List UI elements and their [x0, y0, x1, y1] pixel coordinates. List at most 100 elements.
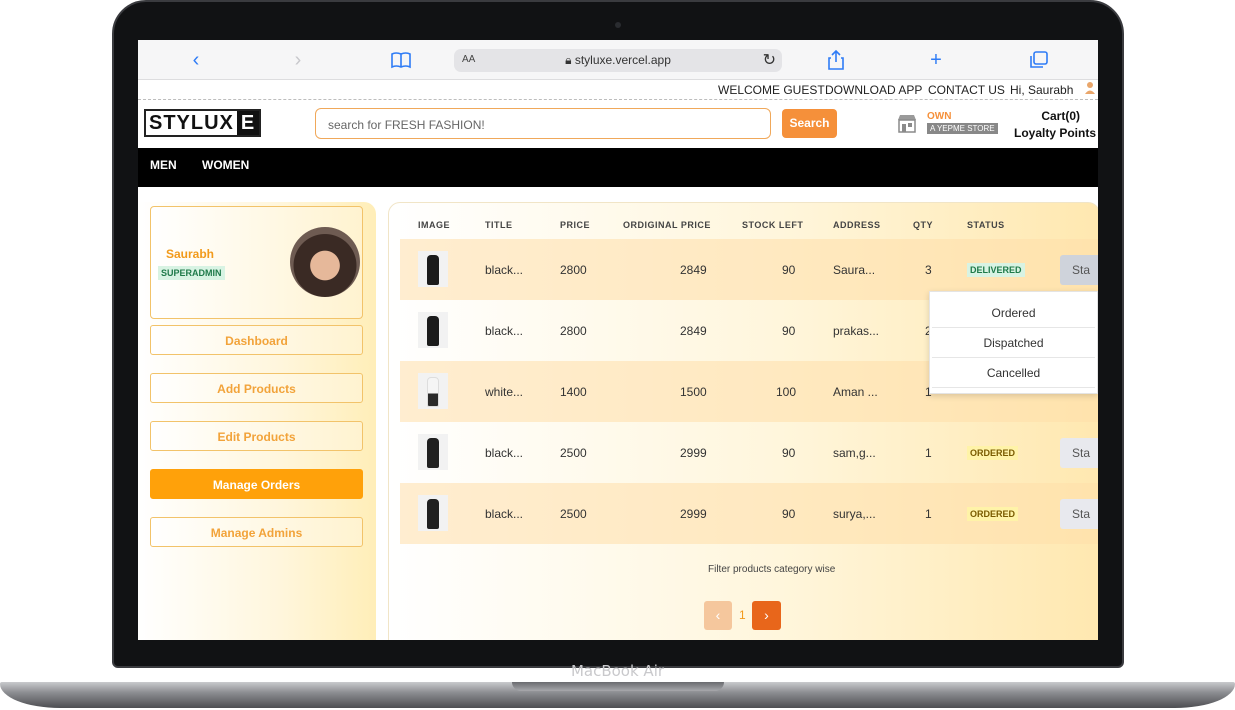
cell-original-price: 2849: [680, 263, 707, 277]
tabs-icon[interactable]: [1027, 51, 1051, 71]
cell-address: Saura...: [833, 263, 876, 277]
cell-stock: 90: [782, 263, 796, 277]
col-address: ADDRESS: [833, 220, 881, 230]
cell-title: white...: [485, 385, 524, 399]
nav-item-men[interactable]: MEN: [150, 158, 177, 172]
status-dropdown-menu: Ordered Dispatched Cancelled: [929, 291, 1098, 394]
chevron-left-icon: ‹: [715, 607, 721, 623]
cell-stock: 90: [782, 446, 796, 460]
status-badge: ORDERED: [967, 446, 1019, 460]
cell-price: 2500: [560, 446, 587, 460]
logo-text: STYLUX: [146, 111, 237, 135]
dropdown-option-ordered[interactable]: Ordered: [932, 298, 1095, 328]
avatar: [290, 227, 360, 297]
cell-title: black...: [485, 446, 524, 460]
back-chevron-icon[interactable]: ‹: [184, 50, 208, 70]
cart-block[interactable]: Cart(0) Loyalty Points: [1008, 108, 1096, 142]
product-thumbnail: [418, 373, 448, 409]
status-dropdown-button[interactable]: Sta: [1060, 499, 1098, 529]
product-thumbnail: [418, 251, 448, 287]
cell-qty: 1: [925, 507, 932, 521]
bookmarks-book-icon[interactable]: [389, 51, 413, 71]
cell-stock: 90: [782, 507, 796, 521]
loyalty-points-link[interactable]: Loyalty Points: [1008, 125, 1096, 142]
search-input[interactable]: search for FRESH FASHION!: [315, 108, 771, 139]
cell-price: 1400: [560, 385, 587, 399]
cell-title: black...: [485, 507, 524, 521]
chevron-right-icon: ›: [764, 607, 769, 623]
product-thumbnail: [418, 312, 448, 348]
download-app-link[interactable]: DOWNLOAD APP: [825, 83, 922, 97]
cell-original-price: 1500: [680, 385, 707, 399]
profile-card: Saurabh SUPERADMIN: [150, 206, 363, 319]
status-dropdown-button[interactable]: Sta: [1060, 255, 1098, 285]
col-image: IMAGE: [418, 220, 451, 230]
share-icon[interactable]: [824, 49, 848, 70]
dropdown-option-cancelled[interactable]: Cancelled: [932, 358, 1095, 388]
nav-item-women[interactable]: WOMEN: [202, 158, 249, 172]
cell-original-price: 2999: [680, 446, 707, 460]
pagination-next-button[interactable]: ›: [752, 601, 781, 630]
pagination-prev-button[interactable]: ‹: [704, 601, 732, 630]
cell-address: surya,...: [833, 507, 876, 521]
cell-stock: 90: [782, 324, 796, 338]
welcome-text: WELCOME GUEST: [718, 83, 825, 97]
yepme-store-label[interactable]: A YEPME STORE: [927, 123, 998, 134]
filter-category-text: Filter products category wise: [708, 564, 836, 575]
forward-chevron-icon[interactable]: ›: [286, 50, 310, 70]
macbook-mockup: MacBook Air ‹ › AA 🔒︎ styluxe.vercel.app…: [0, 0, 1235, 710]
cart-link[interactable]: Cart(0): [1008, 108, 1096, 125]
contact-us-link[interactable]: CONTACT US: [928, 83, 1005, 97]
cell-address: Aman ...: [833, 385, 878, 399]
col-qty: QTY: [913, 220, 934, 230]
screen: ‹ › AA 🔒︎ styluxe.vercel.app ↻ + WELCOME…: [138, 40, 1098, 640]
table-row: black... 2500 2999 90 surya,... 1 ORDERE…: [400, 483, 1098, 544]
url-text: 🔒︎ styluxe.vercel.app: [565, 53, 671, 67]
browser-toolbar: ‹ › AA 🔒︎ styluxe.vercel.app ↻ +: [138, 40, 1098, 80]
col-price: PRICE: [560, 220, 591, 230]
store-icon[interactable]: [896, 112, 918, 134]
status-badge: DELIVERED: [967, 263, 1025, 277]
col-title: TITLE: [485, 220, 513, 230]
own-store-label[interactable]: OWN: [927, 111, 951, 122]
col-status: STATUS: [967, 220, 1005, 230]
user-icon[interactable]: [1084, 81, 1096, 98]
user-greeting[interactable]: Hi, Saurabh: [1010, 83, 1073, 97]
profile-name: Saurabh: [166, 247, 215, 261]
site-logo[interactable]: STYLUX E: [144, 109, 262, 137]
cell-title: black...: [485, 263, 524, 277]
address-bar[interactable]: AA 🔒︎ styluxe.vercel.app ↻: [454, 49, 782, 72]
cell-address: prakas...: [833, 324, 880, 338]
camera-icon: [615, 22, 621, 28]
laptop-hinge-notch: [512, 682, 724, 691]
manage-orders-button[interactable]: Manage Orders: [150, 469, 363, 499]
add-products-button[interactable]: Add Products: [150, 373, 363, 403]
status-badge: ORDERED: [967, 507, 1019, 521]
role-badge: SUPERADMIN: [158, 266, 225, 280]
col-stock-left: STOCK LEFT: [742, 220, 804, 230]
edit-products-button[interactable]: Edit Products: [150, 421, 363, 451]
logo-text-highlight: E: [236, 111, 260, 135]
pagination-current-page[interactable]: 1: [739, 608, 746, 622]
device-label: MacBook Air: [570, 662, 665, 680]
dashboard-button[interactable]: Dashboard: [150, 325, 363, 355]
cell-qty: 1: [925, 446, 932, 460]
category-navbar: MEN WOMEN: [138, 148, 1098, 187]
cell-price: 2800: [560, 263, 587, 277]
cell-address: sam,g...: [833, 446, 876, 460]
table-row: black... 2500 2999 90 sam,g... 1 ORDERED…: [400, 422, 1098, 483]
status-dropdown-button[interactable]: Sta: [1060, 438, 1098, 468]
reload-icon[interactable]: ↻: [763, 50, 776, 70]
cell-original-price: 2849: [680, 324, 707, 338]
col-original-price: ORDIGINAL PRICE: [623, 220, 711, 230]
new-tab-plus-icon[interactable]: +: [924, 50, 948, 70]
utility-bar: WELCOME GUEST DOWNLOAD APP CONTACT US Hi…: [138, 80, 1098, 100]
cell-stock: 100: [776, 385, 797, 399]
product-thumbnail: [418, 434, 448, 470]
cell-title: black...: [485, 324, 524, 338]
manage-admins-button[interactable]: Manage Admins: [150, 517, 363, 547]
product-thumbnail: [418, 495, 448, 531]
search-button[interactable]: Search: [782, 109, 837, 138]
dropdown-option-dispatched[interactable]: Dispatched: [932, 328, 1095, 358]
cell-qty: 3: [925, 263, 932, 277]
